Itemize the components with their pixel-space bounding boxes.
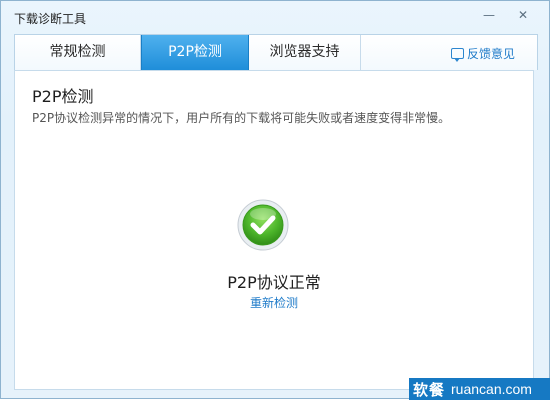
close-icon[interactable]: ✕ xyxy=(511,7,535,23)
watermark-en: ruancan.com xyxy=(451,381,532,397)
tab-browser-support[interactable]: 浏览器支持 xyxy=(249,35,361,70)
minimize-icon[interactable]: — xyxy=(477,7,501,23)
section-title: P2P检测 xyxy=(32,87,94,106)
feedback-icon xyxy=(451,47,464,62)
check-icon xyxy=(237,199,289,251)
status-text: P2P协议正常 xyxy=(227,273,321,292)
section-description: P2P协议检测异常的情况下，用户所有的下载将可能失败或者速度变得非常慢。 xyxy=(32,111,451,125)
feedback-label: 反馈意见 xyxy=(467,46,516,61)
tab-p2p-check[interactable]: P2P检测 xyxy=(141,35,249,70)
watermark: 软餐 ruancan.com xyxy=(409,378,550,400)
window-title: 下载诊断工具 xyxy=(14,12,87,26)
feedback-link[interactable]: 反馈意见 xyxy=(451,44,515,62)
recheck-link[interactable]: 重新检测 xyxy=(15,294,533,311)
watermark-cn: 软餐 xyxy=(413,380,446,399)
tab-bar: 常规检测 P2P检测 浏览器支持 反馈意见 xyxy=(14,34,538,70)
tab-general-check[interactable]: 常规检测 xyxy=(15,35,141,70)
p2p-panel: P2P检测 P2P协议检测异常的情况下，用户所有的下载将可能失败或者速度变得非常… xyxy=(14,70,534,390)
diagnostic-window: 下载诊断工具 — ✕ 常规检测 P2P检测 浏览器支持 反馈意见 P2P检测 P… xyxy=(0,0,550,400)
